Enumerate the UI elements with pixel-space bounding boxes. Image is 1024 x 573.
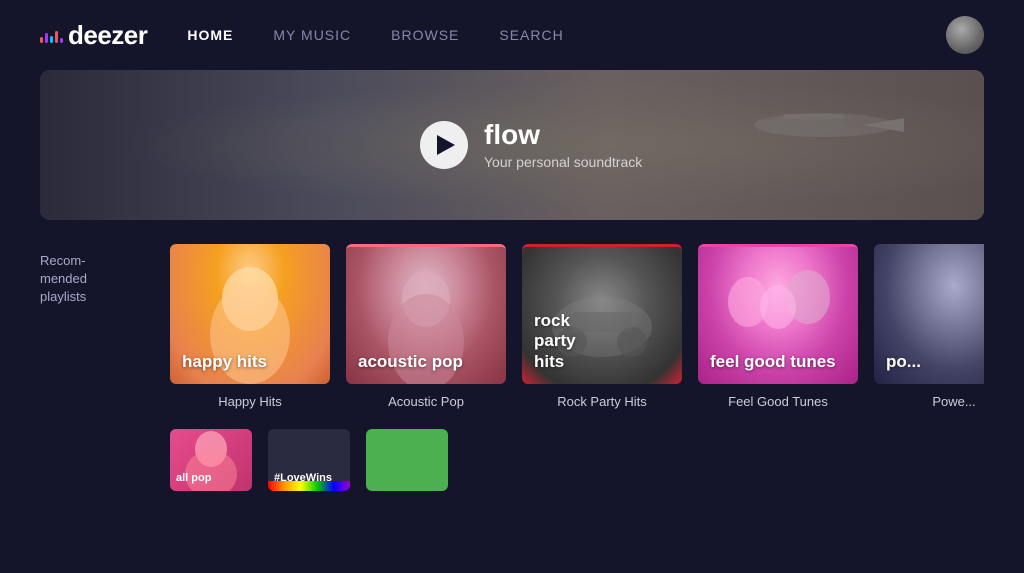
playlist-happy-hits[interactable]: happy hits Happy Hits [170,244,330,409]
mini-cover-lovewins[interactable]: #LoveWins [268,429,350,491]
playlist-cover-text-acoustic: acoustic pop [358,352,463,372]
playlist-cover-text-rock: rockpartyhits [534,311,576,372]
playlist-cover-happy: happy hits [170,244,330,384]
playlists-row: happy hits Happy Hits acoustic pop Acous… [170,244,984,409]
hero-text: flow Your personal soundtrack [484,120,642,171]
avatar-image [946,16,984,54]
playlist-cover-power: po... [874,244,984,384]
logo-icon [40,27,63,43]
playlist-name-happy: Happy Hits [218,394,282,409]
playlist-cover-acoustic: acoustic pop [346,244,506,384]
mini-cover-text-lovewins: #LoveWins [274,472,332,485]
second-section-label [40,429,150,491]
playlist-power[interactable]: po... Powe... [874,244,984,409]
playlist-rock-party-hits[interactable]: rockpartyhits Rock Party Hits [522,244,682,409]
nav-home[interactable]: HOME [187,27,233,43]
logo-text: deezer [68,20,147,51]
playlist-cover-text-feelgood: feel good tunes [710,352,836,372]
logo[interactable]: deezer [40,20,147,51]
playlist-feel-good-tunes[interactable]: feel good tunes Feel Good Tunes [698,244,858,409]
playlist-name-power: Powe... [932,394,975,409]
hero-content: flow Your personal soundtrack [420,120,642,171]
playlist-cover-rock: rockpartyhits [522,244,682,384]
playlist-cover-text-happy: happy hits [182,352,267,372]
mini-covers-row: all pop #LoveWins [170,429,448,491]
flow-play-button[interactable] [420,121,468,169]
navbar: deezer HOME MY MUSIC BROWSE SEARCH [0,0,1024,70]
playlist-cover-feelgood: feel good tunes [698,244,858,384]
nav-search[interactable]: SEARCH [499,27,563,43]
playlist-name-feelgood: Feel Good Tunes [728,394,828,409]
playlist-acoustic-pop[interactable]: acoustic pop Acoustic Pop [346,244,506,409]
nav-links: HOME MY MUSIC BROWSE SEARCH [187,27,946,43]
nav-browse[interactable]: BROWSE [391,27,459,43]
hero-banner: flow Your personal soundtrack [40,70,984,220]
mini-cover-green[interactable] [366,429,448,491]
playlist-cover-text-power: po... [886,352,921,372]
hero-title: flow [484,120,642,151]
playlist-name-rock: Rock Party Hits [557,394,647,409]
hero-subtitle: Your personal soundtrack [484,154,642,170]
mini-cover-text-allpop: all pop [176,472,211,485]
hero-decoration [704,90,904,170]
second-row-section: all pop #LoveWins [40,429,984,491]
section-label: Recom-mendedplaylists [40,244,150,409]
avatar[interactable] [946,16,984,54]
nav-mymusic[interactable]: MY MUSIC [273,27,351,43]
mini-cover-allpop[interactable]: all pop [170,429,252,491]
play-icon [437,135,455,155]
playlist-name-acoustic: Acoustic Pop [388,394,464,409]
recommended-section: Recom-mendedplaylists happy hits Happy H… [40,244,984,409]
